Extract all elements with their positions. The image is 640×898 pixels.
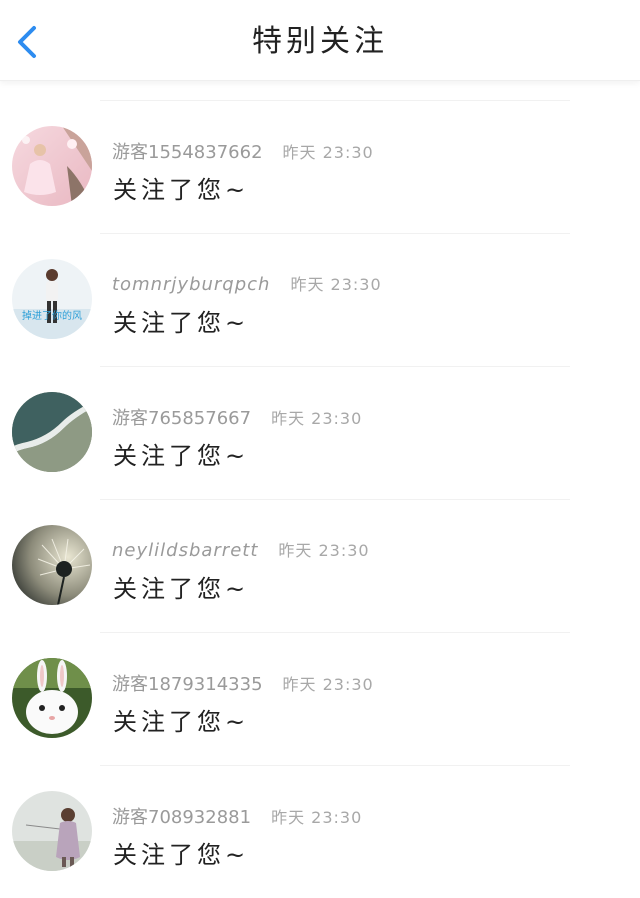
user-name[interactable]: tomnrjyburqpch 昨天 23:30 <box>112 271 382 295</box>
avatar-caption: 掉进了你的风 <box>22 309 82 322</box>
avatar[interactable] <box>12 525 92 605</box>
timestamp: 昨天 23:30 <box>282 143 374 162</box>
white-rabbit-avatar <box>12 658 92 738</box>
timestamp: 昨天 23:30 <box>290 275 382 294</box>
avatar[interactable] <box>12 658 92 738</box>
list-item[interactable]: 游客1879314335 昨天 23:30 关注了您~ <box>0 632 640 765</box>
message-text: 关注了您~ <box>113 442 250 470</box>
avatar[interactable] <box>12 126 92 206</box>
ocean-waves-avatar <box>12 392 92 472</box>
timestamp: 昨天 23:30 <box>282 675 374 694</box>
timestamp: 昨天 23:30 <box>271 409 363 428</box>
user-name[interactable]: neylildsbarrett 昨天 23:30 <box>112 537 370 561</box>
girl-walking-avatar: 掉进了你的风 <box>12 259 92 339</box>
list-item[interactable]: 掉进了你的风 tomnrjyburqpch 昨天 23:30 关注了您~ <box>0 233 640 366</box>
user-name[interactable]: 游客708932881 昨天 23:30 <box>112 803 362 829</box>
user-name[interactable]: 游客765857667 昨天 23:30 <box>112 404 362 430</box>
child-with-balloon-avatar <box>12 791 92 871</box>
timestamp: 昨天 23:30 <box>271 808 363 827</box>
avatar[interactable] <box>12 791 92 871</box>
message-text: 关注了您~ <box>113 309 250 337</box>
dandelion-avatar <box>12 525 92 605</box>
user-name[interactable]: 游客1879314335 昨天 23:30 <box>112 670 374 696</box>
page-title: 特别关注 <box>252 24 388 59</box>
girl-in-pink-dress-avatar <box>12 126 92 206</box>
list-item[interactable]: neylildsbarrett 昨天 23:30 关注了您~ <box>0 499 640 632</box>
top-bar: 特别关注 <box>0 0 640 81</box>
avatar[interactable]: 掉进了你的风 <box>12 259 92 339</box>
user-name[interactable]: 游客1554837662 昨天 23:30 <box>112 138 374 164</box>
list-item[interactable]: 游客765857667 昨天 23:30 关注了您~ <box>0 366 640 499</box>
message-text: 关注了您~ <box>113 841 250 869</box>
list-item[interactable]: 游客1554837662 昨天 23:30 关注了您~ <box>0 100 640 233</box>
timestamp: 昨天 23:30 <box>278 541 370 560</box>
message-text: 关注了您~ <box>113 708 250 736</box>
avatar[interactable] <box>12 392 92 472</box>
message-text: 关注了您~ <box>113 176 250 204</box>
list-item[interactable]: 游客708932881 昨天 23:30 关注了您~ <box>0 765 640 898</box>
message-text: 关注了您~ <box>113 575 250 603</box>
